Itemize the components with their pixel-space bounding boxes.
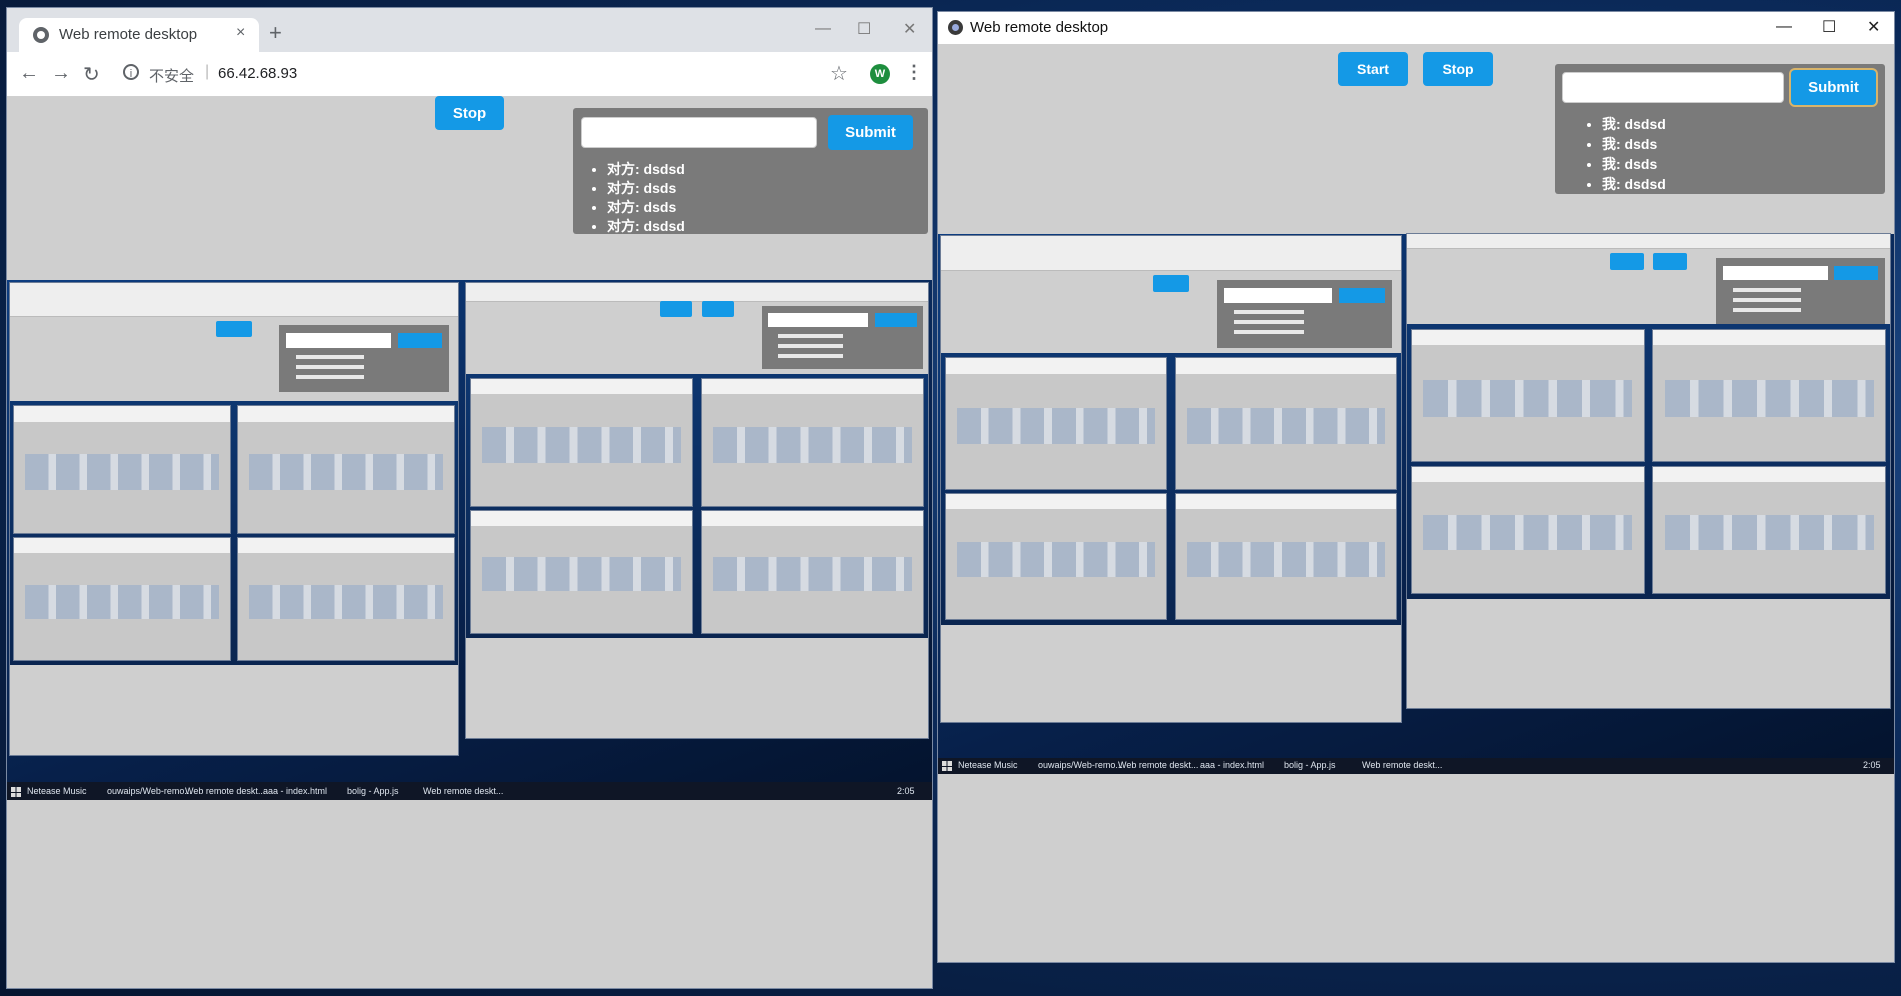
close-button[interactable]: ✕ [903, 19, 916, 39]
bookmark-star-icon[interactable]: ☆ [830, 61, 848, 86]
windows-start-icon [942, 761, 952, 771]
taskbar-clock: 2:05 [897, 786, 915, 796]
taskbar-item: Web remote deskt... [1362, 760, 1443, 770]
taskbar-item: Web remote deskt... [1118, 760, 1199, 770]
remote-screen [7, 280, 932, 800]
chat-message: 我: dsds [1602, 154, 1666, 174]
tab-strip: Web remote desktop × + — ☐ ✕ [7, 8, 932, 52]
app-close-button[interactable]: ✕ [1867, 17, 1880, 37]
chat-panel: Submit 对方: dsdsd 对方: dsds 对方: dsds 对方: d… [573, 108, 928, 234]
app-remote-chrome-thumbnail [941, 236, 1401, 722]
taskbar-item: Web remote deskt... [185, 786, 266, 796]
new-tab-button[interactable]: + [269, 20, 282, 46]
app-remote-app-thumbnail [1407, 234, 1890, 708]
remote-taskbar: Netease Music ouwaips/Web-remo... Web re… [7, 784, 932, 800]
app-chat-input[interactable] [1562, 72, 1784, 103]
windows-start-icon [11, 787, 21, 797]
app-maximize-button[interactable]: ☐ [1822, 17, 1836, 37]
taskbar-item: bolig - App.js [347, 786, 399, 796]
remote-chrome-thumbnail [10, 283, 458, 755]
browser-toolbar: ← → ↻ i 不安全 | 66.42.68.93 ☆ W ⋮ [7, 52, 932, 97]
maximize-button[interactable]: ☐ [857, 19, 871, 39]
start-button[interactable]: Start [1338, 52, 1408, 86]
chat-input[interactable] [581, 117, 817, 148]
app-remote-screen [938, 234, 1894, 774]
remote-app-thumbnail [466, 283, 928, 738]
info-icon[interactable]: i [123, 64, 139, 80]
minimize-button[interactable]: — [815, 20, 831, 38]
app-title-bar: Web remote desktop — ☐ ✕ [938, 12, 1894, 44]
reload-icon[interactable]: ↻ [83, 62, 100, 87]
chat-message: 我: dsdsd [1602, 174, 1666, 194]
app-chat-panel: Submit 我: dsdsd 我: dsds 我: dsds 我: dsdsd [1555, 64, 1885, 194]
submit-button[interactable]: Submit [828, 115, 913, 150]
app-remote-taskbar: Netease Music ouwaips/Web-remo... Web re… [938, 758, 1894, 774]
taskbar-item: Netease Music [27, 786, 87, 796]
app-chat-messages: 我: dsdsd 我: dsds 我: dsds 我: dsdsd [1580, 114, 1666, 194]
tab-favicon-icon [33, 27, 49, 43]
forward-arrow-icon[interactable]: → [51, 62, 71, 85]
url-separator: | [205, 63, 210, 80]
address-bar[interactable]: i 不安全 | 66.42.68.93 [117, 58, 855, 90]
taskbar-item: aaa - index.html [263, 786, 328, 796]
chat-message: 对方: dsdsd [607, 217, 685, 236]
back-arrow-icon[interactable]: ← [19, 62, 39, 85]
chat-message: 我: dsds [1602, 134, 1666, 154]
app-icon [948, 20, 963, 35]
taskbar-item: Web remote deskt... [423, 786, 504, 796]
app-submit-button[interactable]: Submit [1791, 70, 1876, 105]
app-stop-button[interactable]: Stop [1423, 52, 1493, 86]
stop-button[interactable]: Stop [435, 96, 504, 130]
taskbar-item: Netease Music [958, 760, 1018, 770]
app-window: Web remote desktop — ☐ ✕ Start Stop Subm… [938, 12, 1894, 962]
chat-message: 我: dsdsd [1602, 114, 1666, 134]
taskbar-item: bolig - App.js [1284, 760, 1336, 770]
chat-message: 对方: dsds [607, 198, 685, 217]
taskbar-item: ouwaips/Web-remo... [107, 786, 192, 796]
chat-message: 对方: dsds [607, 179, 685, 198]
browser-tab[interactable]: Web remote desktop × [19, 18, 259, 52]
insecure-label: 不安全 [149, 68, 195, 85]
url-text[interactable]: 66.42.68.93 [218, 65, 297, 82]
app-minimize-button[interactable]: — [1776, 18, 1792, 36]
menu-dots-icon[interactable]: ⋮ [905, 62, 923, 83]
chat-messages: 对方: dsdsd 对方: dsds 对方: dsds 对方: dsdsd [585, 160, 685, 236]
taskbar-item: ouwaips/Web-remo... [1038, 760, 1123, 770]
chrome-window: Web remote desktop × + — ☐ ✕ ← → ↻ i 不安全… [7, 8, 932, 988]
profile-avatar[interactable]: W [870, 64, 890, 84]
taskbar-item: aaa - index.html [1200, 760, 1265, 770]
tab-close-icon[interactable]: × [236, 24, 245, 42]
tab-title: Web remote desktop [59, 26, 198, 43]
chat-message: 对方: dsdsd [607, 160, 685, 179]
app-window-title: Web remote desktop [970, 19, 1109, 36]
taskbar-clock: 2:05 [1863, 760, 1881, 770]
